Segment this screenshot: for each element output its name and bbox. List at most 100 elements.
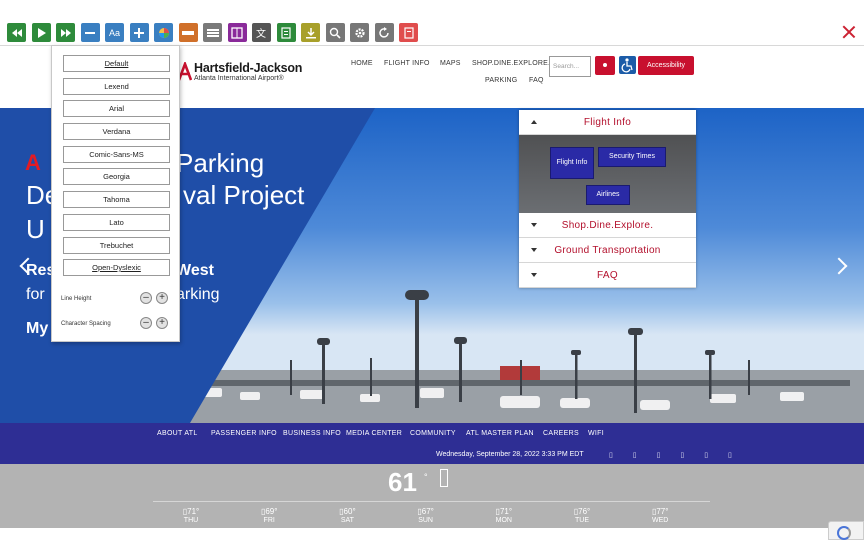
- font-option-lato[interactable]: Lato: [63, 214, 170, 231]
- weather-divider: [153, 501, 710, 502]
- weather-widget: 61 ° ▯71° THU ▯69° FRI ▯60° SAT ▯67° SUN ▯71° MON…: [0, 464, 864, 528]
- font-option-lexend[interactable]: Lexend: [63, 78, 170, 95]
- hero-sub-2a: for: [26, 286, 45, 303]
- nav-home[interactable]: HOME: [351, 60, 373, 67]
- forecast-temp: ▯71°: [495, 507, 513, 516]
- ruler-icon[interactable]: [178, 23, 198, 42]
- font-option-comic-sans-ms[interactable]: Comic-Sans-MS: [63, 146, 170, 163]
- footer-nav-item[interactable]: ATL MASTER PLAN: [466, 430, 534, 437]
- browser-page: Aa 文 Hartsfield-Jackson Atlanta Internati…: [0, 0, 864, 540]
- footer-nav: Wednesday, September 28, 2022 3:33 PM ED…: [0, 423, 864, 464]
- font-option-trebuchet[interactable]: Trebuchet: [63, 237, 170, 254]
- line-height-increase-button[interactable]: +: [156, 292, 168, 304]
- footer-nav-item[interactable]: MEDIA CENTER: [346, 430, 402, 437]
- wheelchair-icon[interactable]: [619, 56, 636, 74]
- atl-logo-icon: [177, 60, 193, 82]
- font-option-arial[interactable]: Arial: [63, 100, 170, 117]
- char-spacing-increase-button[interactable]: +: [156, 317, 168, 329]
- caret-up-icon: [531, 120, 537, 124]
- caret-down-icon: [531, 248, 537, 252]
- hero-cta[interactable]: My: [26, 320, 48, 338]
- accessibility-toolbar: Aa 文: [0, 0, 864, 46]
- search-button[interactable]: [595, 56, 615, 75]
- flight-info-panel: Flight Info Security Times Airlines: [519, 135, 696, 213]
- magnifier-icon[interactable]: [325, 23, 345, 42]
- hero-sub-2b: arking: [176, 286, 220, 303]
- forecast-day-label: WED: [652, 517, 669, 524]
- forecast-day: ▯67° SUN: [406, 507, 446, 524]
- nav-shop-dine-explore[interactable]: SHOP.DINE.EXPLORE.: [472, 60, 550, 67]
- font-icon-label: Aa: [108, 27, 120, 38]
- footer-nav-item[interactable]: WIFI: [588, 430, 604, 437]
- reset-icon[interactable]: [374, 23, 394, 42]
- current-datetime: Wednesday, September 28, 2022 3:33 PM ED…: [436, 451, 584, 458]
- degree-symbol: °: [424, 472, 428, 482]
- forecast-temp: ▯76°: [573, 507, 591, 516]
- footer-nav-item[interactable]: ABOUT ATL: [157, 430, 198, 437]
- nav-faq[interactable]: FAQ: [529, 77, 544, 84]
- close-toolbar-icon[interactable]: [842, 25, 856, 39]
- line-height-decrease-button[interactable]: –: [140, 292, 152, 304]
- forecast-day: ▯71° THU: [171, 507, 211, 524]
- airport-logo[interactable]: Hartsfield-Jackson Atlanta International…: [177, 57, 303, 87]
- forecast-day-label: TUE: [575, 517, 589, 524]
- logo-subtitle: Atlanta International Airport®: [194, 74, 284, 82]
- fast-forward-icon[interactable]: [56, 23, 75, 42]
- download-icon[interactable]: [301, 23, 320, 42]
- social-icons[interactable]: ▯ ▯ ▯ ▯ ▯ ▯: [609, 451, 741, 459]
- footer-nav-item[interactable]: COMMUNITY: [410, 430, 456, 437]
- forecast-temp: ▯71°: [182, 507, 200, 516]
- flight-info-button[interactable]: Flight Info: [550, 147, 594, 179]
- forecast-day-label: THU: [183, 517, 199, 524]
- accordion-shop-dine-explore[interactable]: Shop.Dine.Explore.: [519, 213, 696, 238]
- forecast-day-label: SAT: [340, 517, 354, 524]
- caret-down-icon: [531, 223, 537, 227]
- char-spacing-decrease-button[interactable]: –: [140, 317, 152, 329]
- svg-text:文: 文: [256, 27, 266, 39]
- logo-title: Hartsfield-Jackson: [194, 61, 303, 76]
- hero-sub-1b: West: [176, 262, 214, 279]
- nav-parking[interactable]: PARKING: [485, 77, 517, 84]
- forecast-day-label: FRI: [263, 517, 275, 524]
- footer-nav-item[interactable]: BUSINESS INFO: [283, 430, 341, 437]
- dictionary-icon[interactable]: [227, 23, 247, 42]
- font-panel: Line Height – + Character Spacing – + De…: [51, 45, 180, 342]
- decrease-text-icon[interactable]: [80, 23, 100, 42]
- font-option-georgia[interactable]: Georgia: [63, 168, 170, 185]
- settings-icon[interactable]: [350, 23, 369, 42]
- accordion-faq[interactable]: FAQ: [519, 263, 696, 288]
- increase-text-icon[interactable]: [129, 23, 149, 42]
- forecast-day: ▯69° FRI: [249, 507, 289, 524]
- font-option-open-dyslexic[interactable]: Open-Dyslexic: [63, 259, 170, 276]
- forecast-temp: ▯60°: [339, 507, 356, 516]
- font-option-tahoma[interactable]: Tahoma: [63, 191, 170, 208]
- search-input[interactable]: Search...: [549, 56, 591, 77]
- security-times-button[interactable]: Security Times: [598, 147, 666, 167]
- line-height-label: Line Height: [61, 296, 92, 302]
- forecast-day: ▯60° SAT: [327, 507, 367, 524]
- font-icon[interactable]: Aa: [105, 23, 124, 42]
- play-icon[interactable]: [31, 23, 51, 42]
- airlines-button[interactable]: Airlines: [586, 185, 630, 205]
- forecast-temp: ▯69°: [260, 507, 278, 516]
- footer-nav-item[interactable]: CAREERS: [543, 430, 579, 437]
- nav-flight-info[interactable]: FLIGHT INFO: [384, 60, 430, 67]
- accordion-flight-info[interactable]: Flight Info: [519, 110, 696, 135]
- accordion-ground-transportation[interactable]: Ground Transportation: [519, 238, 696, 263]
- translate-icon[interactable]: 文: [252, 23, 271, 42]
- recaptcha-badge-icon[interactable]: [828, 521, 864, 540]
- rewind-icon[interactable]: [7, 23, 26, 42]
- font-option-verdana[interactable]: Verdana: [63, 123, 170, 140]
- font-option-default[interactable]: Default: [63, 55, 170, 72]
- caret-down-icon: [531, 273, 537, 277]
- forecast-day-label: MON: [495, 517, 512, 524]
- forecast-day: ▯76° TUE: [562, 507, 602, 524]
- color-wheel-icon[interactable]: [154, 23, 173, 42]
- summary-icon[interactable]: [276, 23, 296, 42]
- weather-icon: [440, 469, 448, 487]
- footer-nav-item[interactable]: PASSENGER INFO: [211, 430, 277, 437]
- nav-maps[interactable]: MAPS: [440, 60, 461, 67]
- accessibility-button[interactable]: Accessibility: [638, 56, 694, 75]
- pdf-icon[interactable]: [399, 23, 418, 42]
- mask-icon[interactable]: [203, 23, 222, 42]
